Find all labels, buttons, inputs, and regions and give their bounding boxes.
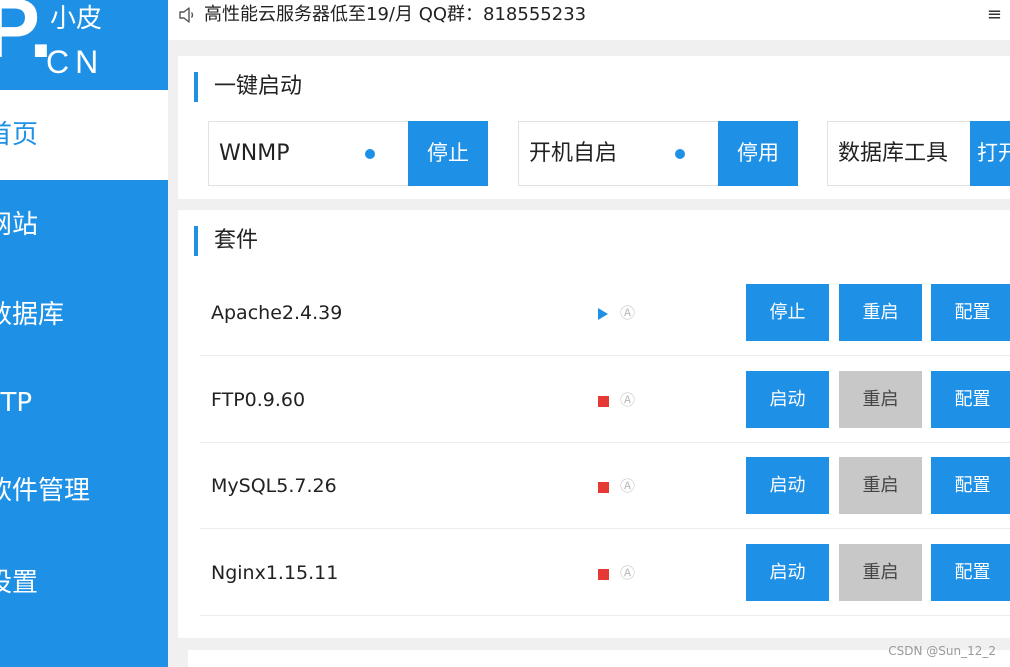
stopped-icon: [598, 396, 609, 407]
service-name: Nginx1.15.11: [211, 562, 339, 584]
stopped-icon: [598, 482, 609, 493]
section-title: 一键启动: [194, 72, 302, 102]
suite-row-mysql: MySQL5.7.26 Ⓐ 启动 重启 配置: [200, 443, 1010, 529]
logo-name: 小皮: [50, 4, 103, 34]
nav-item-ftp[interactable]: FTP: [0, 358, 168, 448]
start-button[interactable]: 启动: [746, 371, 829, 428]
start-button[interactable]: 启动: [746, 457, 829, 514]
nav-item-software[interactable]: 软件管理: [0, 446, 168, 536]
nav-item-websites[interactable]: 网站: [0, 180, 168, 270]
section-title: 套件: [194, 226, 258, 256]
notice-text[interactable]: 高性能云服务器低至19/月 QQ群：818555233: [204, 0, 586, 30]
quick-start-card: 一键启动 WNMP 停止 开机自启 停用 数据库工具 打开: [178, 56, 1010, 199]
autostart-disable-button[interactable]: 停用: [718, 121, 798, 186]
config-button[interactable]: 配置: [931, 544, 1010, 601]
logo: P. 小皮 CN: [0, 0, 168, 90]
service-name: Apache2.4.39: [211, 302, 343, 324]
tile-autostart: 开机自启 停用: [518, 121, 798, 186]
tile-wnmp: WNMP 停止: [208, 121, 488, 186]
nav-item-label: 数据库: [0, 300, 65, 330]
nav-item-home[interactable]: 首页: [0, 90, 168, 180]
stop-button[interactable]: 停止: [746, 284, 829, 341]
start-button[interactable]: 启动: [746, 544, 829, 601]
config-button[interactable]: 配置: [931, 284, 1010, 341]
stopped-icon: [598, 569, 609, 580]
logo-domain: CN: [46, 44, 105, 80]
restart-button[interactable]: 重启: [839, 457, 922, 514]
nav-item-label: 设置: [0, 568, 39, 598]
restart-button[interactable]: 重启: [839, 371, 922, 428]
config-button[interactable]: 配置: [931, 457, 1010, 514]
nav-item-label: 软件管理: [0, 476, 91, 506]
status-dot: [365, 149, 375, 159]
sidebar: P. 小皮 CN 首页 网站 数据库 FTP 软件管理 设置: [0, 0, 168, 667]
autostart-icon[interactable]: Ⓐ: [620, 303, 635, 323]
restart-button[interactable]: 重启: [839, 544, 922, 601]
speaker-icon: [179, 7, 194, 23]
tile-db-tool: 数据库工具 打开: [827, 121, 1010, 186]
nav-item-label: 网站: [0, 210, 39, 240]
nav-item-label: FTP: [0, 388, 33, 418]
status-dot: [675, 149, 685, 159]
watermark: CSDN @Sun_12_2: [888, 644, 996, 658]
menu-icon[interactable]: ≡: [987, 6, 1002, 24]
autostart-icon[interactable]: Ⓐ: [620, 390, 635, 410]
service-name: MySQL5.7.26: [211, 475, 337, 497]
autostart-icon[interactable]: Ⓐ: [620, 563, 635, 583]
suite-row-apache: Apache2.4.39 Ⓐ 停止 重启 配置: [200, 270, 1010, 356]
tile-label: 数据库工具: [838, 141, 949, 166]
db-tool-open-button[interactable]: 打开: [970, 121, 1010, 186]
tile-label: 开机自启: [529, 141, 618, 166]
wnmp-stop-button[interactable]: 停止: [408, 121, 488, 186]
next-card: [188, 650, 1010, 667]
suite-row-nginx: Nginx1.15.11 Ⓐ 启动 重启 配置: [200, 530, 1010, 616]
running-icon: [598, 308, 608, 320]
nav-item-label: 首页: [0, 120, 39, 150]
restart-button[interactable]: 重启: [839, 284, 922, 341]
suite-card: 套件 Apache2.4.39 Ⓐ 停止 重启 配置 FTP0.9.60 Ⓐ 启…: [178, 210, 1010, 638]
suite-row-ftp: FTP0.9.60 Ⓐ 启动 重启 配置: [200, 357, 1010, 443]
top-bar: 高性能云服务器低至19/月 QQ群：818555233 ≡: [168, 0, 1010, 40]
service-name: FTP0.9.60: [211, 389, 306, 411]
nav-item-settings[interactable]: 设置: [0, 538, 168, 628]
logo-mark: P.: [0, 0, 53, 75]
nav-item-database[interactable]: 数据库: [0, 270, 168, 360]
autostart-icon[interactable]: Ⓐ: [620, 476, 635, 496]
config-button[interactable]: 配置: [931, 371, 1010, 428]
tile-label: WNMP: [219, 141, 290, 166]
